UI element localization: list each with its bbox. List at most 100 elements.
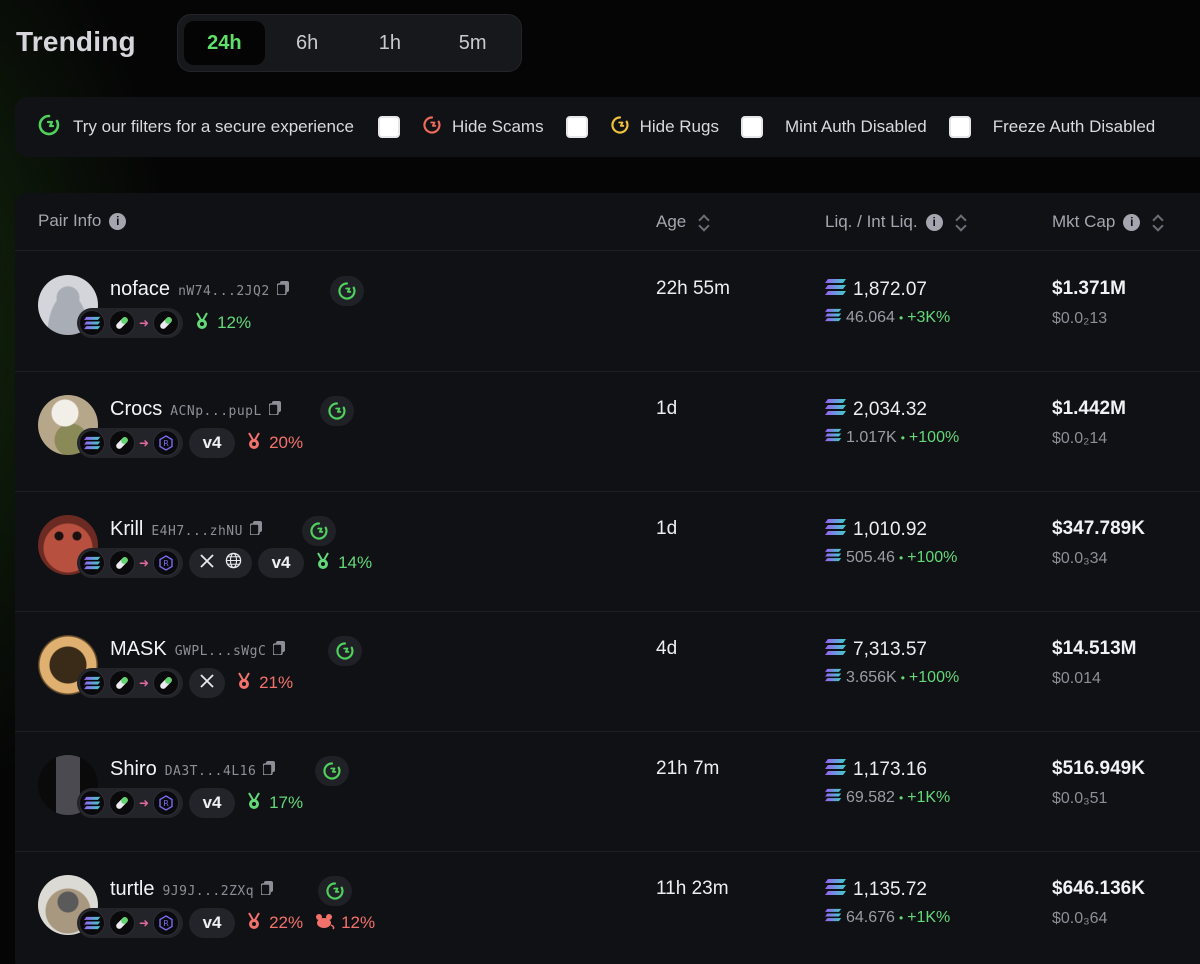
token-address: 9J9J...2ZXq <box>162 884 255 899</box>
tab-5m[interactable]: 5m <box>432 21 513 65</box>
top-holders-stat: 14% <box>314 552 372 575</box>
col-mkt-cap[interactable]: Mkt Cap i <box>1052 211 1164 233</box>
col-pair-info: Pair Info i <box>38 211 127 231</box>
solana-icon <box>825 758 847 782</box>
top-holders-stat: 20% <box>245 432 303 455</box>
hide-rugs-checkbox[interactable] <box>565 116 588 138</box>
top-holders-stat: 22% <box>245 912 303 935</box>
copy-icon[interactable] <box>275 278 289 301</box>
solana-icon <box>825 398 847 422</box>
arrow-icon: ➜ <box>139 556 150 570</box>
raydium-icon: R <box>153 910 180 936</box>
age-value: 1d <box>656 518 678 539</box>
rat-icon <box>313 912 335 935</box>
copy-icon[interactable] <box>262 758 276 781</box>
token-name: Krill <box>110 518 144 540</box>
liquidity-value: 1,872.07 <box>853 279 927 300</box>
table-row[interactable]: MASK GWPL...sWgC ➜ 21% 4d 7,313.57 3.656K • +100… <box>15 612 1200 732</box>
token-price: $0.0₃51 <box>1052 790 1108 807</box>
solana-icon <box>825 278 847 302</box>
copy-icon[interactable] <box>268 398 281 421</box>
freeze-auth-checkbox[interactable] <box>948 116 971 138</box>
hide-scams-checkbox[interactable] <box>377 116 400 138</box>
solana-icon <box>825 638 847 662</box>
info-icon[interactable]: i <box>925 213 943 231</box>
audit-shield-icon[interactable] <box>328 636 362 666</box>
pill-icon <box>109 670 135 696</box>
initial-liquidity-value: 69.582 <box>846 788 895 806</box>
initial-liquidity: 69.582 • +1K% <box>825 788 950 807</box>
mint-auth-filter[interactable]: Mint Auth Disabled <box>785 117 927 137</box>
red-shield-icon <box>422 115 442 140</box>
col-liquidity[interactable]: Liq. / Int Liq. i <box>825 211 967 233</box>
sort-icon[interactable] <box>955 211 967 233</box>
top-holders-pct: 17% <box>269 793 304 812</box>
info-icon[interactable]: i <box>1123 213 1141 231</box>
table-row[interactable]: Shiro DA3T...4L16 ➜ Rv4 17% 21h 7m 1,173.16 69.… <box>15 732 1200 852</box>
token-name: turtle <box>110 878 155 900</box>
audit-shield-icon[interactable] <box>318 876 352 906</box>
audit-shield-icon[interactable] <box>302 516 336 546</box>
market-cap: $646.136K <box>1052 878 1145 899</box>
table-row[interactable]: Crocs ACNp...pupL ➜ Rv4 20% 1d 2,034.32 1.017K •… <box>15 372 1200 492</box>
x-icon[interactable] <box>199 553 215 574</box>
separator-dot: • <box>900 430 905 445</box>
token-badges: ➜ Rv4 14% <box>77 548 372 578</box>
audit-shield-icon[interactable] <box>320 396 354 426</box>
x-icon[interactable] <box>199 673 215 694</box>
mint-auth-checkbox[interactable] <box>740 116 763 138</box>
sort-icon[interactable] <box>1152 211 1164 233</box>
page-title: Trending <box>16 26 136 57</box>
medal-icon <box>245 912 263 935</box>
liquidity-change: +100% <box>907 548 958 566</box>
initial-liquidity-value: 46.064 <box>846 308 895 326</box>
age-value: 21h 7m <box>656 758 720 779</box>
arrow-icon: ➜ <box>139 796 150 810</box>
token-address: nW74...2JQ2 <box>178 284 270 299</box>
globe-icon[interactable] <box>225 552 242 574</box>
arrow-icon: ➜ <box>139 916 150 930</box>
tab-24h[interactable]: 24h <box>184 21 265 65</box>
separator-dot: • <box>898 550 904 565</box>
dex-route: ➜ R <box>77 548 184 578</box>
token-badges: ➜ Rv4 20% <box>77 428 303 458</box>
initial-liquidity: 46.064 • +3K% <box>825 308 950 327</box>
initial-liquidity: 505.46 • +100% <box>825 548 957 567</box>
token-price: $0.0₃34 <box>1052 550 1108 567</box>
col-pair-info-label: Pair Info <box>38 211 102 230</box>
freeze-auth-filter[interactable]: Freeze Auth Disabled <box>993 117 1156 137</box>
audit-shield-icon[interactable] <box>315 756 349 786</box>
tab-1h[interactable]: 1h <box>350 21 431 65</box>
solana-icon <box>825 428 842 447</box>
audit-shield-icon[interactable] <box>330 276 364 306</box>
freeze-auth-label: Freeze Auth Disabled <box>992 117 1156 136</box>
initial-liquidity-value: 3.656K <box>846 668 897 686</box>
token-name-line: Krill E4H7...zhNU <box>110 518 262 541</box>
tab-6h[interactable]: 6h <box>267 21 348 65</box>
age-value: 22h 55m <box>656 278 730 299</box>
token-badges: ➜ 21% <box>77 668 293 698</box>
initial-liquidity-value: 505.46 <box>846 548 895 566</box>
copy-icon[interactable] <box>272 638 286 661</box>
copy-icon[interactable] <box>260 878 274 901</box>
col-age[interactable]: Age <box>656 211 710 233</box>
info-icon[interactable]: i <box>109 212 127 230</box>
liquidity-value: 1,135.72 <box>853 879 927 900</box>
table-row[interactable]: turtle 9J9J...2ZXq ➜ Rv4 22% 12% 11h 23m 1,135.… <box>15 852 1200 964</box>
filter-bar: Try our filters for a secure experience … <box>15 97 1200 157</box>
top-holders-stat: 12% <box>193 312 251 335</box>
copy-icon[interactable] <box>249 518 262 541</box>
table-row[interactable]: noface nW74...2JQ2 ➜ 12% 22h 55m 1,872.07 46.0… <box>15 252 1200 372</box>
pill-icon <box>153 670 180 696</box>
hide-rugs-label: Hide Rugs <box>639 117 719 136</box>
hide-rugs-filter[interactable]: Hide Rugs <box>610 115 719 140</box>
solana-icon <box>79 910 105 936</box>
filter-hint: Try our filters for a secure experience <box>37 113 354 142</box>
solana-icon <box>825 788 842 807</box>
liquidity: 1,135.72 <box>825 878 927 902</box>
table-row[interactable]: Krill E4H7...zhNU ➜ Rv4 14% 1d 1,010.92 505.46 •… <box>15 492 1200 612</box>
dex-route: ➜ R <box>77 788 184 818</box>
sort-icon[interactable] <box>698 211 710 233</box>
token-badges: ➜ Rv4 22% 12% <box>77 908 375 938</box>
hide-scams-filter[interactable]: Hide Scams <box>422 115 544 140</box>
